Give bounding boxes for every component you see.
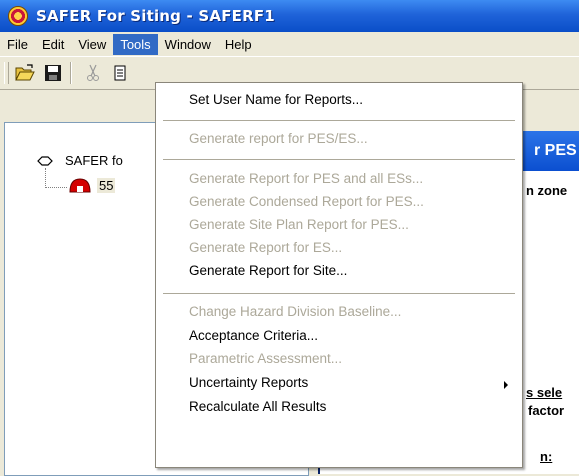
menu-window[interactable]: Window <box>158 34 218 55</box>
cut-icon[interactable] <box>81 61 105 85</box>
tree-connector <box>45 187 67 188</box>
menu-item-recalculate[interactable]: Recalculate All Results <box>189 399 326 414</box>
menu-file[interactable]: File <box>0 34 35 55</box>
menu-help[interactable]: Help <box>218 34 259 55</box>
menu-item-condensed-report[interactable]: Generate Condensed Report for PES... <box>189 194 424 209</box>
save-icon[interactable] <box>41 61 65 85</box>
menu-item-parametric-assessment[interactable]: Parametric Assessment... <box>189 351 342 366</box>
pes-dome-icon <box>69 178 91 193</box>
submenu-arrow-icon <box>504 381 508 389</box>
results-text-line: n: <box>540 449 553 464</box>
tree-connector <box>45 168 46 188</box>
menu-tools[interactable]: Tools <box>113 33 158 55</box>
results-text-line: n zone <box>526 183 568 198</box>
tree-child-node[interactable]: 55 <box>69 177 116 193</box>
menu-item-report-es[interactable]: Generate Report for ES... <box>189 240 342 255</box>
copy-icon[interactable] <box>109 61 133 85</box>
results-text-line: factor <box>528 403 565 418</box>
toolbar-grip[interactable] <box>4 62 9 84</box>
toolbar-separator <box>70 62 72 84</box>
site-node-icon <box>37 155 53 166</box>
menu-item-hazard-baseline[interactable]: Change Hazard Division Baseline... <box>189 304 401 319</box>
menu-separator <box>163 159 515 160</box>
tree-child-label: 55 <box>97 177 116 193</box>
menu-item-set-user-name[interactable]: Set User Name for Reports... <box>189 92 363 107</box>
tools-menu: Set User Name for Reports... Generate re… <box>155 82 523 468</box>
menu-separator <box>163 120 515 121</box>
menu-bar: File Edit View Tools Window Help <box>0 32 579 56</box>
menu-view[interactable]: View <box>71 34 113 55</box>
menu-item-uncertainty-reports[interactable]: Uncertainty Reports <box>189 375 308 390</box>
window-title: SAFER For Siting - SAFERF1 <box>36 7 275 25</box>
tree-root-label: SAFER fo <box>65 153 123 168</box>
menu-item-report-pes-all-es[interactable]: Generate Report for PES and all ESs... <box>189 171 423 186</box>
menu-item-report-pes-es[interactable]: Generate report for PES/ES... <box>189 131 368 146</box>
open-folder-icon[interactable] <box>13 61 37 85</box>
menu-item-site-plan-report[interactable]: Generate Site Plan Report for PES... <box>189 217 409 232</box>
menu-separator <box>163 293 515 294</box>
menu-item-report-site[interactable]: Generate Report for Site... <box>189 263 347 278</box>
tree-root-node[interactable]: SAFER fo <box>37 153 123 168</box>
safer-app-icon[interactable] <box>8 6 28 26</box>
menu-edit[interactable]: Edit <box>35 34 71 55</box>
title-bar[interactable]: SAFER For Siting - SAFERF1 <box>0 0 579 32</box>
results-text-line: s sele <box>526 385 563 400</box>
menu-item-acceptance-criteria[interactable]: Acceptance Criteria... <box>189 328 318 343</box>
